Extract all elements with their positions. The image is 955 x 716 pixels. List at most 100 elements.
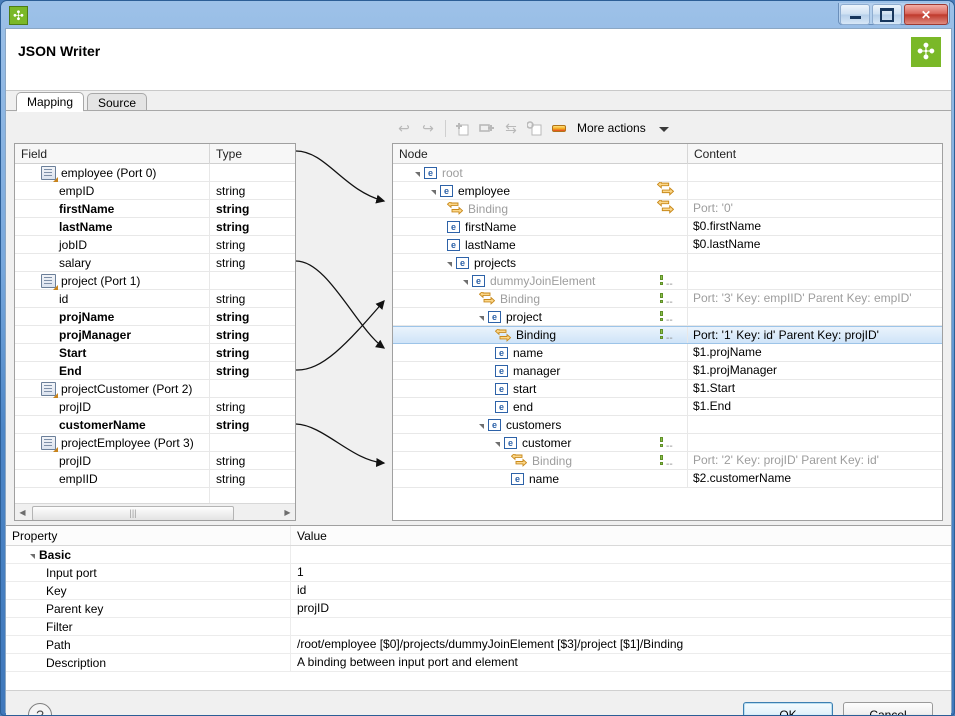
column-header-type[interactable]: Type xyxy=(210,144,295,164)
output-node-row[interactable]: e name $2.customerName xyxy=(393,470,942,488)
property-value-cell[interactable]: /root/employee [$0]/projects/dummyJoinEl… xyxy=(291,636,951,653)
minimize-button[interactable] xyxy=(840,4,870,25)
input-field-row[interactable]: empIID string xyxy=(15,469,295,488)
dialog-client-area: JSON Writer ✣ Mapping Source ↩ ↪ ⇆ More … xyxy=(5,28,952,715)
input-tree-hscrollbar[interactable]: ◀ ||| ▶ xyxy=(15,503,295,520)
expand-collapse-arrow-icon[interactable] xyxy=(447,262,452,267)
add-attribute-icon[interactable] xyxy=(523,117,547,139)
property-row[interactable]: Filter xyxy=(6,618,951,636)
property-value-cell[interactable]: 1 xyxy=(291,564,951,581)
expand-collapse-arrow-icon[interactable] xyxy=(431,190,436,195)
close-button[interactable]: ✕ xyxy=(904,4,948,25)
input-field-row[interactable]: Start string xyxy=(15,343,295,362)
property-row[interactable]: Description A binding between input port … xyxy=(6,654,951,672)
output-structure-tree[interactable]: Node Content e root e employee Binding Port: … xyxy=(392,143,943,521)
output-node-row[interactable]: e start $1.Start xyxy=(393,380,942,398)
input-field-row[interactable]: projectEmployee (Port 3) xyxy=(15,433,295,452)
output-node-label: employee xyxy=(458,183,511,198)
output-node-row[interactable]: e root xyxy=(393,164,942,182)
column-header-value[interactable]: Value xyxy=(291,526,951,545)
cancel-button[interactable]: Cancel xyxy=(843,702,933,715)
input-field-row[interactable]: projID string xyxy=(15,451,295,470)
undo-icon[interactable]: ↩ xyxy=(392,117,416,139)
ok-button[interactable]: OK xyxy=(743,702,833,715)
output-node-content xyxy=(688,416,942,433)
input-fields-tree[interactable]: Field Type employee (Port 0) empID string f… xyxy=(14,143,296,521)
maximize-button[interactable] xyxy=(872,4,902,25)
property-value-cell[interactable] xyxy=(291,546,951,563)
column-header-field[interactable]: Field xyxy=(15,144,210,164)
expand-collapse-arrow-icon[interactable] xyxy=(479,424,484,429)
output-node-row[interactable]: e employee xyxy=(393,179,942,200)
input-field-row[interactable]: salary string xyxy=(15,253,295,272)
input-field-row[interactable]: employee (Port 0) xyxy=(15,163,295,182)
expand-collapse-arrow-icon[interactable] xyxy=(30,554,35,559)
mapping-connectors xyxy=(295,143,392,521)
input-field-row[interactable]: project (Port 1) xyxy=(15,271,295,290)
output-node-row[interactable]: Binding -- Port: '3' Key: empIID' Parent K… xyxy=(393,290,942,308)
hscroll-track[interactable]: ||| xyxy=(30,505,280,520)
output-node-content: $0.firstName xyxy=(693,219,762,233)
input-field-row[interactable]: projectCustomer (Port 2) xyxy=(15,379,295,398)
output-node-row[interactable]: e customer -- xyxy=(393,434,942,452)
input-field-cell: empID xyxy=(15,181,210,200)
input-field-cell: projectCustomer (Port 2) xyxy=(15,379,210,398)
property-row[interactable]: Input port 1 xyxy=(6,564,951,582)
expand-collapse-arrow-icon[interactable] xyxy=(479,316,484,321)
tab-mapping[interactable]: Mapping xyxy=(16,92,85,112)
input-field-row[interactable]: lastName string xyxy=(15,217,295,236)
property-grid[interactable]: Property Value Basic Input port 1 Key id Pare… xyxy=(6,525,951,690)
input-field-cell: projID xyxy=(15,397,210,416)
input-field-row[interactable]: firstName string xyxy=(15,199,295,218)
add-binding-icon[interactable]: ⇆ xyxy=(499,117,523,139)
output-node-row[interactable]: e project -- xyxy=(393,308,942,326)
add-node-icon[interactable] xyxy=(475,117,499,139)
expand-collapse-arrow-icon[interactable] xyxy=(415,172,420,177)
output-node-cell: e lastName xyxy=(393,236,653,253)
input-field-row[interactable]: customerName string xyxy=(15,415,295,434)
expand-collapse-arrow-icon[interactable] xyxy=(495,442,500,447)
input-field-row[interactable]: projManager string xyxy=(15,325,295,344)
input-field-row[interactable]: projID string xyxy=(15,397,295,416)
output-node-row[interactable]: e firstName $0.firstName xyxy=(393,218,942,236)
hscroll-thumb[interactable]: ||| xyxy=(32,505,234,520)
property-value-cell[interactable]: projID xyxy=(291,600,951,617)
output-node-row[interactable]: e dummyJoinElement -- xyxy=(393,272,942,290)
property-value-cell[interactable] xyxy=(291,618,951,635)
output-node-row[interactable]: e projects xyxy=(393,254,942,272)
property-row[interactable]: Key id xyxy=(6,582,951,600)
output-node-row[interactable]: e lastName $0.lastName xyxy=(393,236,942,254)
property-value-cell[interactable]: A binding between input port and element xyxy=(291,654,951,671)
property-row[interactable]: Path/root/employee [$0]/projects/dummyJo… xyxy=(6,636,951,654)
help-button[interactable]: ? xyxy=(28,703,52,715)
output-node-row[interactable]: Binding -- Port: '2' Key: projID' Parent K… xyxy=(393,452,942,470)
output-node-row-selected[interactable]: Binding -- Port: '1' Key: id' Parent Key: … xyxy=(393,326,942,344)
binding-icon xyxy=(510,452,528,467)
column-header-node[interactable]: Node xyxy=(393,144,688,164)
output-node-row[interactable]: Binding Port: '0' xyxy=(393,197,942,218)
stop-icon[interactable] xyxy=(547,117,571,139)
input-field-row[interactable]: End string xyxy=(15,361,295,380)
property-row[interactable]: Basic xyxy=(6,546,951,564)
input-field-row[interactable]: id string xyxy=(15,289,295,308)
input-field-row[interactable]: projName string xyxy=(15,307,295,326)
column-header-content[interactable]: Content xyxy=(688,144,942,164)
redo-icon[interactable]: ↪ xyxy=(416,117,440,139)
tab-source[interactable]: Source xyxy=(87,93,148,111)
scroll-right-icon[interactable]: ▶ xyxy=(280,505,295,520)
input-field-row[interactable]: empID string xyxy=(15,181,295,200)
scroll-left-icon[interactable]: ◀ xyxy=(15,505,30,520)
binding-icon xyxy=(478,290,496,305)
more-actions-button[interactable]: More actions xyxy=(577,121,670,135)
output-node-row[interactable]: e manager $1.projManager xyxy=(393,362,942,380)
output-node-row[interactable]: e customers xyxy=(393,416,942,434)
property-value-cell[interactable]: id xyxy=(291,582,951,599)
expand-collapse-arrow-icon[interactable] xyxy=(463,280,468,285)
column-header-property[interactable]: Property xyxy=(6,526,291,545)
add-element-icon[interactable] xyxy=(451,117,475,139)
property-row[interactable]: Parent key projID xyxy=(6,600,951,618)
output-node-row[interactable]: e end $1.End xyxy=(393,398,942,416)
output-node-row[interactable]: e name $1.projName xyxy=(393,344,942,362)
input-field-row[interactable]: jobID string xyxy=(15,235,295,254)
input-field-label: salary xyxy=(59,255,92,270)
